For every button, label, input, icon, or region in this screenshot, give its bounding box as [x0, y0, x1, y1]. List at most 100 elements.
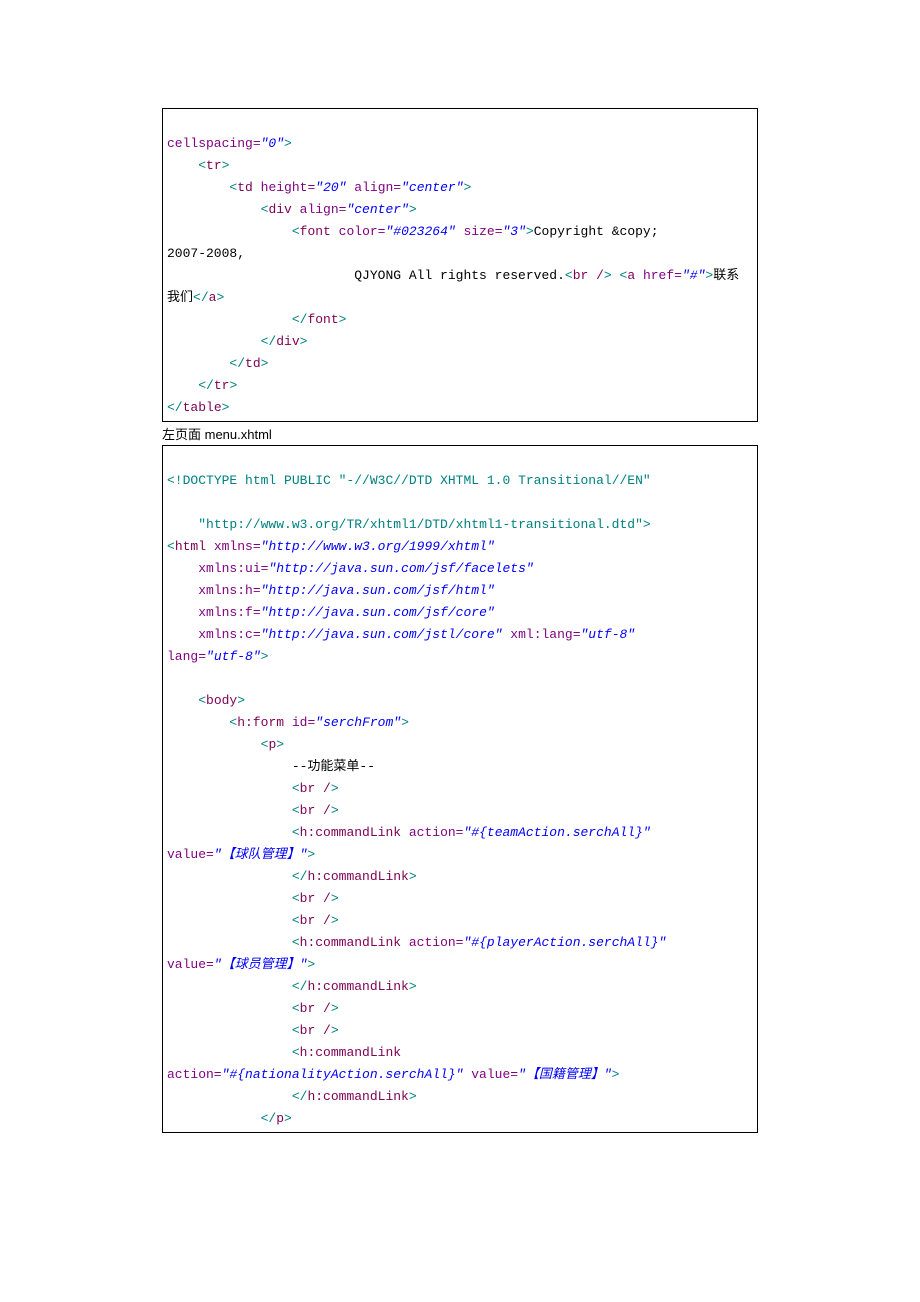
text: 联系 [713, 268, 739, 283]
tag-open: </ [167, 400, 183, 415]
attr-val: "http://www.w3.org/1999/xhtml" [261, 539, 495, 554]
attr-val: "#{nationalityAction.serchAll}" [222, 1067, 464, 1082]
tag-close: > [409, 869, 417, 884]
tag-name: td [245, 356, 261, 371]
tag-name: br / [300, 891, 331, 906]
tag-close: > [276, 737, 284, 752]
attr-val: "http://java.sun.com/jsf/html" [261, 583, 495, 598]
tag-open: < [292, 803, 300, 818]
tag-open: </ [193, 290, 209, 305]
tag-name: h:commandLink [300, 825, 401, 840]
attr-key: href= [635, 268, 682, 283]
tag-close: > [261, 356, 269, 371]
attr-key: lang= [167, 649, 206, 664]
attr-val: "20" [315, 180, 346, 195]
tag-open: < [292, 1045, 300, 1060]
attr-key: xmlns:ui= [167, 561, 268, 576]
attr-key: align= [292, 202, 347, 217]
tag-close: > [409, 202, 417, 217]
tag-open: < [292, 1001, 300, 1016]
tag-close: > [222, 158, 230, 173]
text: QJYONG All rights reserved. [167, 268, 565, 283]
tag-close: > [284, 136, 292, 151]
attr-key: xmlns:h= [167, 583, 261, 598]
attr-key: height= [253, 180, 315, 195]
tag-name: body [206, 693, 237, 708]
tag-open: < [292, 781, 300, 796]
tag-close: > [331, 781, 339, 796]
tag-name: tr [206, 158, 222, 173]
tag-name: td [237, 180, 253, 195]
attr-key: action= [167, 1067, 222, 1082]
attr-val: "【国籍管理】" [518, 1067, 612, 1082]
tag-open: < [292, 224, 300, 239]
tag-close: > [216, 290, 224, 305]
attr-val: "http://java.sun.com/jsf/facelets" [268, 561, 533, 576]
attr-val: "serchFrom" [315, 715, 401, 730]
tag-close: > [222, 400, 230, 415]
tag-close: > [307, 957, 315, 972]
attr-key: align= [346, 180, 401, 195]
attr-val: "http://java.sun.com/jsf/core" [261, 605, 495, 620]
doctype-kw: DOCTYPE [183, 473, 245, 488]
attr-val: "0" [261, 136, 284, 151]
tag-close: > [409, 1089, 417, 1104]
tag-name: h:commandLink [300, 935, 401, 950]
tag-name: br / [300, 781, 331, 796]
caption-text: 左页面 menu.xhtml [162, 422, 758, 445]
attr-val: "#{teamAction.serchAll}" [463, 825, 650, 840]
tag-close: > [261, 649, 269, 664]
tag-open: </ [261, 1111, 277, 1126]
tag-open: < [292, 891, 300, 906]
tag-close: > [331, 1023, 339, 1038]
document-page: cellspacing="0"> <tr> <td height="20" al… [0, 0, 920, 1302]
code-block-1: cellspacing="0"> <tr> <td height="20" al… [162, 108, 758, 422]
tag-name: br / [573, 268, 604, 283]
tag-open: < [292, 825, 300, 840]
doctype-body: html PUBLIC "-//W3C//DTD XHTML 1.0 Trans… [245, 473, 651, 488]
tag-name: table [183, 400, 222, 415]
tag-name: h:form [237, 715, 284, 730]
space [612, 268, 620, 283]
attr-key: xmlns:f= [167, 605, 261, 620]
attr-key: value= [167, 847, 214, 862]
tag-name: h:commandLink [307, 979, 408, 994]
doctype-open: <! [167, 473, 183, 488]
tag-open: </ [292, 1089, 308, 1104]
attr-key: action= [401, 825, 463, 840]
tag-close: > [464, 180, 472, 195]
attr-val: "【球员管理】" [214, 957, 308, 972]
text: --功能菜单-- [167, 759, 375, 774]
tag-name: p [276, 1111, 284, 1126]
tag-close: > [409, 979, 417, 994]
tag-close: > [284, 1111, 292, 1126]
tag-name: font [300, 224, 331, 239]
attr-key: xml:lang= [502, 627, 580, 642]
tag-name: br / [300, 1023, 331, 1038]
attr-val: "#" [682, 268, 705, 283]
tag-close: > [307, 847, 315, 862]
tag-open: < [292, 913, 300, 928]
tag-open: < [292, 935, 300, 950]
doctype-close: > [643, 517, 651, 532]
attr-key: id= [284, 715, 315, 730]
tag-name: br / [300, 803, 331, 818]
attr-val: "【球队管理】" [214, 847, 308, 862]
tag-close: > [331, 891, 339, 906]
attr-key: xmlns= [206, 539, 261, 554]
tag-close: > [331, 913, 339, 928]
tag-name: a [627, 268, 635, 283]
attr-key: cellspacing= [167, 136, 261, 151]
attr-val: "center" [401, 180, 463, 195]
attr-key: size= [456, 224, 503, 239]
tag-name: tr [214, 378, 230, 393]
tag-open: < [167, 539, 175, 554]
tag-name: br / [300, 1001, 331, 1016]
tag-close: > [339, 312, 347, 327]
tag-open: < [565, 268, 573, 283]
text: 2007-2008, [167, 246, 245, 261]
attr-val: "utf-8" [581, 627, 636, 642]
attr-key: action= [401, 935, 463, 950]
text: 我们 [167, 290, 193, 305]
tag-name: html [175, 539, 206, 554]
